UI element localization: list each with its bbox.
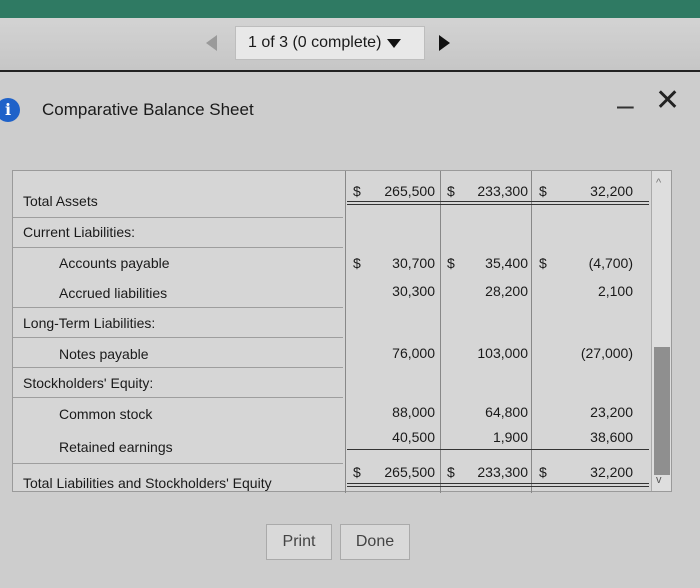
print-button[interactable]: Print [266,524,332,560]
accrued-liabilities-change: 2,100 [597,283,633,299]
scrollbar-thumb[interactable] [654,347,670,475]
accounts-payable-current: 30,700 [392,255,435,271]
balance-sheet-table: Total Assets Current Liabilities: Accoun… [12,170,672,493]
accrued-liabilities-current: 30,300 [392,283,435,299]
close-icon[interactable]: ✕ [655,86,680,116]
total-liabilities-equity-change: 32,200 [590,464,633,480]
row-label-long-term-liabilities: Long-Term Liabilities: [23,315,156,331]
total-liabilities-equity-current: 265,500 [384,464,435,480]
column-divider [440,171,441,493]
currency-symbol: $ [539,464,547,480]
row-divider [13,247,343,248]
vertical-scrollbar[interactable]: ^ v [651,171,671,491]
notes-payable-change: (27,000) [580,345,633,361]
scroll-down-icon[interactable]: v [656,474,662,486]
currency-symbol: $ [447,183,455,199]
row-label-accrued-liabilities: Accrued liabilities [59,285,168,301]
dropdown-caret-icon [387,38,402,48]
prev-arrow-icon[interactable] [206,35,217,51]
row-label-retained-earnings: Retained earnings [59,439,173,455]
question-pager: 1 of 3 (0 complete) [196,26,466,60]
double-underline [347,201,649,205]
next-arrow-icon[interactable] [439,35,450,51]
row-label-total-assets: Total Assets [23,193,98,209]
total-assets-change: 32,200 [590,183,633,199]
retained-earnings-prior: 1,900 [492,429,528,445]
info-icon: i [0,98,20,122]
retained-earnings-current: 40,500 [392,429,435,445]
notes-payable-prior: 103,000 [477,345,528,361]
row-divider [13,367,343,368]
row-divider [13,463,343,464]
row-divider [13,307,343,308]
row-label-total-liabilities-equity: Total Liabilities and Stockholders' Equi… [23,475,272,491]
minimize-icon[interactable]: – [617,91,634,121]
pager-bar: 1 of 3 (0 complete) [0,18,700,70]
row-label-common-stock: Common stock [59,406,153,422]
accounts-payable-change: (4,700) [588,255,633,271]
currency-symbol: $ [539,255,547,271]
row-label-accounts-payable: Accounts payable [59,255,170,271]
dialog-title: Comparative Balance Sheet [42,100,254,119]
column-divider [531,171,532,493]
currency-symbol: $ [447,464,455,480]
scroll-up-icon[interactable]: ^ [656,177,661,189]
total-liabilities-equity-prior: 233,300 [477,464,528,480]
row-divider [13,337,343,338]
dialog-header: i Comparative Balance Sheet – ✕ [0,72,700,148]
currency-symbol: $ [539,183,547,199]
accrued-liabilities-prior: 28,200 [485,283,528,299]
currency-symbol: $ [353,464,361,480]
single-underline [347,449,649,450]
row-divider [13,217,343,218]
row-label-current-liabilities: Current Liabilities: [23,224,136,240]
question-select[interactable]: 1 of 3 (0 complete) [235,26,425,60]
double-underline [347,483,649,487]
currency-symbol: $ [353,255,361,271]
row-label-stockholders-equity: Stockholders' Equity: [23,375,154,391]
row-label-notes-payable: Notes payable [59,346,149,362]
common-stock-prior: 64,800 [485,404,528,420]
total-assets-prior: 233,300 [477,183,528,199]
common-stock-current: 88,000 [392,404,435,420]
balance-sheet-dialog: i Comparative Balance Sheet – ✕ Total As… [0,70,700,588]
common-stock-change: 23,200 [590,404,633,420]
notes-payable-current: 76,000 [392,345,435,361]
total-assets-current: 265,500 [384,183,435,199]
row-divider [13,397,343,398]
column-divider [345,171,346,493]
top-strip [0,0,700,18]
question-select-label: 1 of 3 (0 complete) [248,34,382,51]
currency-symbol: $ [353,183,361,199]
currency-symbol: $ [447,255,455,271]
accounts-payable-prior: 35,400 [485,255,528,271]
retained-earnings-change: 38,600 [590,429,633,445]
done-button[interactable]: Done [340,524,410,560]
